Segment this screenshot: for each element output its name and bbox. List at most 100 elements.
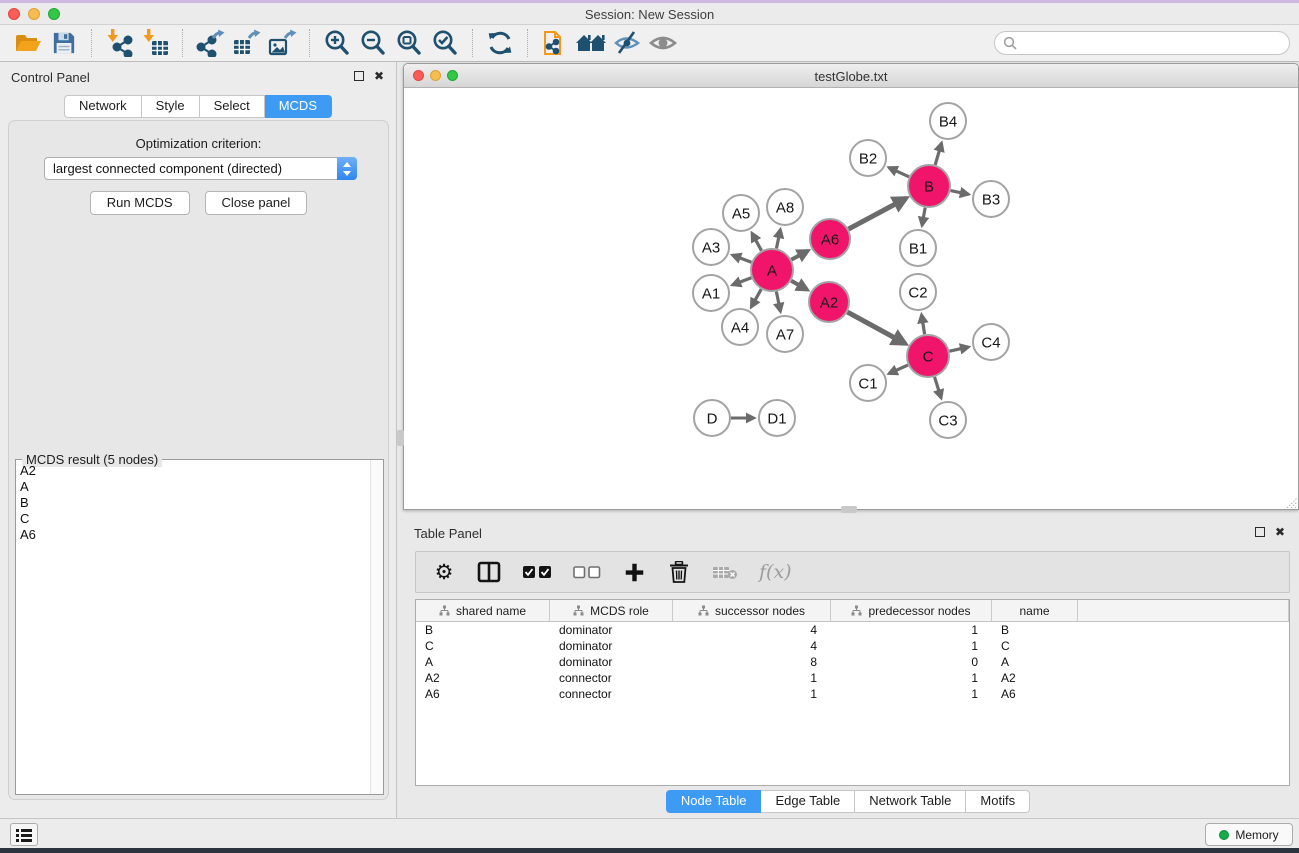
graph-edge-C-C1[interactable]: [889, 365, 908, 374]
graph-edge-B-B4[interactable]: [935, 143, 941, 165]
open-session-icon[interactable]: [10, 27, 46, 59]
add-column-icon[interactable]: [622, 557, 646, 587]
graph-edge-A2-C[interactable]: [847, 312, 905, 343]
vertical-splitter-handle[interactable]: [841, 506, 857, 513]
graph-node-A3[interactable]: A3: [693, 229, 729, 265]
graph-node-D1[interactable]: D1: [759, 400, 795, 436]
table-row[interactable]: A6connector11A6: [416, 686, 1289, 702]
graph-edge-A-A1[interactable]: [733, 278, 752, 285]
graph-node-A[interactable]: A: [751, 249, 793, 291]
unselect-all-columns-icon[interactable]: [573, 557, 601, 587]
settings-gear-icon[interactable]: ⚙: [432, 557, 456, 587]
graph-node-D[interactable]: D: [694, 400, 730, 436]
network-window-titlebar[interactable]: testGlobe.txt: [404, 64, 1298, 88]
apply-layout-icon[interactable]: [482, 27, 518, 59]
result-item-a6[interactable]: A6: [17, 527, 369, 543]
result-item-c[interactable]: C: [17, 511, 369, 527]
network-graph[interactable]: B4 B2 B B3 A5A8A6 A3 A B1 A1 C2 A2 A4A7 C4 C C1 C3 D D1: [404, 88, 1298, 509]
table-row[interactable]: Cdominator41C: [416, 638, 1289, 654]
graph-node-B[interactable]: B: [908, 165, 950, 207]
tab-edge-table[interactable]: Edge Table: [761, 790, 855, 813]
graph-edge-A-A5[interactable]: [752, 233, 762, 250]
column-header-predecessor-nodes[interactable]: predecessor nodes: [831, 600, 992, 621]
column-header-name[interactable]: name: [992, 600, 1078, 621]
graph-node-A6[interactable]: A6: [810, 219, 850, 259]
zoom-fit-icon[interactable]: [391, 27, 427, 59]
graph-node-B3[interactable]: B3: [973, 181, 1009, 217]
show-graphics-details-icon[interactable]: [645, 27, 681, 59]
save-session-icon[interactable]: [46, 27, 82, 59]
graph-node-C1[interactable]: C1: [850, 365, 886, 401]
hide-graphics-details-icon[interactable]: [609, 27, 645, 59]
graph-edge-A-A7[interactable]: [776, 292, 780, 312]
graph-edge-A6-B[interactable]: [849, 198, 907, 229]
result-item-a2[interactable]: A2: [17, 463, 369, 479]
column-header-shared-name[interactable]: shared name: [416, 600, 550, 621]
close-panel-icon[interactable]: ✖: [374, 71, 384, 81]
column-header-mcds-role[interactable]: MCDS role: [550, 600, 673, 621]
delete-columns-icon[interactable]: [667, 557, 691, 587]
export-image-icon[interactable]: [264, 27, 300, 59]
graph-node-C2[interactable]: C2: [900, 274, 936, 310]
graph-edge-A-A3[interactable]: [733, 255, 752, 262]
result-scrollbar[interactable]: [370, 460, 383, 794]
export-network-icon[interactable]: [192, 27, 228, 59]
import-table-icon[interactable]: [137, 27, 173, 59]
close-panel-button[interactable]: Close panel: [205, 191, 308, 215]
graph-node-A2[interactable]: A2: [809, 282, 849, 322]
graph-edge-C-C3[interactable]: [935, 377, 942, 398]
horizontal-splitter-handle[interactable]: [397, 430, 404, 446]
delete-table-icon[interactable]: [712, 557, 738, 587]
graph-node-B4[interactable]: B4: [930, 103, 966, 139]
tab-select[interactable]: Select: [200, 95, 265, 118]
task-history-button[interactable]: [10, 823, 38, 846]
graph-node-A5[interactable]: A5: [723, 195, 759, 231]
graph-node-B2[interactable]: B2: [850, 140, 886, 176]
zoom-in-icon[interactable]: [319, 27, 355, 59]
graph-edge-B-B3[interactable]: [951, 191, 969, 195]
graph-node-B1[interactable]: B1: [900, 230, 936, 266]
tab-network-table[interactable]: Network Table: [855, 790, 966, 813]
table-row[interactable]: Adominator80A: [416, 654, 1289, 670]
graph-node-A8[interactable]: A8: [767, 189, 803, 225]
zoom-selected-icon[interactable]: [427, 27, 463, 59]
clone-network-icon[interactable]: [537, 27, 573, 59]
import-network-icon[interactable]: [101, 27, 137, 59]
result-item-b[interactable]: B: [17, 495, 369, 511]
tab-motifs[interactable]: Motifs: [966, 790, 1030, 813]
float-table-panel-icon[interactable]: [1255, 527, 1265, 537]
table-row[interactable]: Bdominator41B: [416, 622, 1289, 638]
search-input[interactable]: [994, 31, 1290, 55]
function-builder-icon[interactable]: f(x): [759, 557, 792, 587]
graph-node-A1[interactable]: A1: [693, 275, 729, 311]
memory-button[interactable]: Memory: [1205, 823, 1293, 846]
result-item-a[interactable]: A: [17, 479, 369, 495]
graph-edge-A-A8[interactable]: [776, 230, 780, 249]
network-canvas[interactable]: B4 B2 B B3 A5A8A6 A3 A B1 A1 C2 A2 A4A7 C4 C C1 C3 D D1: [404, 88, 1298, 509]
criterion-dropdown[interactable]: largest connected component (directed): [44, 157, 357, 180]
graph-edge-C-C2[interactable]: [922, 315, 925, 335]
graph-edge-C-C4[interactable]: [949, 347, 968, 351]
table-row[interactable]: A2connector11A2: [416, 670, 1289, 686]
graph-edge-A-A4[interactable]: [751, 289, 761, 307]
graph-node-C[interactable]: C: [907, 335, 949, 377]
graph-edge-B-B2[interactable]: [889, 168, 909, 177]
home-icon[interactable]: [573, 27, 609, 59]
tab-network[interactable]: Network: [64, 95, 142, 118]
graph-edge-A-A6[interactable]: [791, 251, 808, 260]
float-panel-icon[interactable]: [354, 71, 364, 81]
graph-node-A4[interactable]: A4: [722, 309, 758, 345]
zoom-out-icon[interactable]: [355, 27, 391, 59]
graph-edge-A-A2[interactable]: [791, 281, 807, 290]
graph-node-C3[interactable]: C3: [930, 402, 966, 438]
graph-node-A7[interactable]: A7: [767, 316, 803, 352]
tab-node-table[interactable]: Node Table: [666, 790, 762, 813]
graph-edge-B-B1[interactable]: [922, 208, 925, 226]
export-table-icon[interactable]: [228, 27, 264, 59]
graph-node-C4[interactable]: C4: [973, 324, 1009, 360]
tab-mcds[interactable]: MCDS: [265, 95, 332, 118]
window-resize-grip[interactable]: [1284, 495, 1297, 508]
column-header-successor-nodes[interactable]: successor nodes: [673, 600, 831, 621]
run-mcds-button[interactable]: Run MCDS: [90, 191, 190, 215]
split-panel-icon[interactable]: [477, 557, 501, 587]
